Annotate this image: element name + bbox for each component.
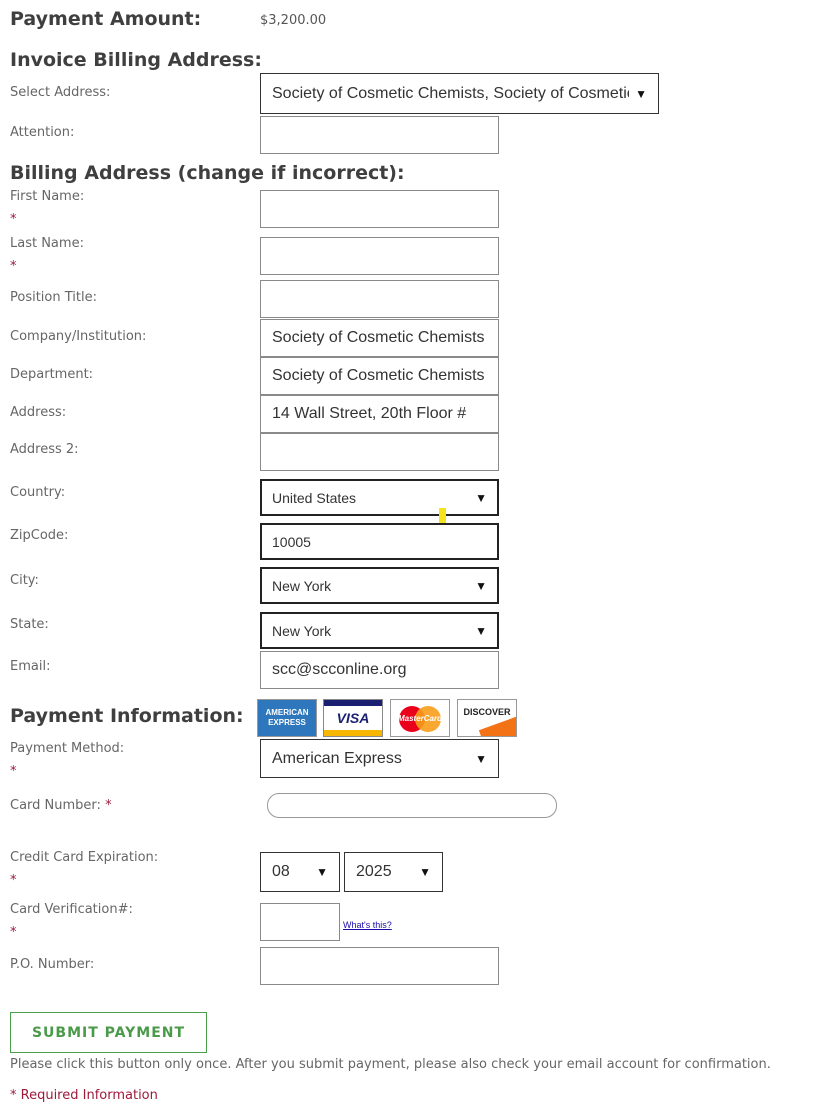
- discover-logo-icon: DISCOVER: [457, 699, 517, 737]
- address-input[interactable]: 14 Wall Street, 20th Floor #: [260, 395, 499, 433]
- company-input[interactable]: Society of Cosmetic Chemists: [260, 319, 499, 357]
- first-name-label: First Name:: [10, 189, 85, 204]
- visa-logo-icon: VISA: [323, 699, 383, 737]
- select-address-value: Society of Cosmetic Chemists, Society of…: [272, 84, 630, 102]
- invoice-heading: Invoice Billing Address:: [10, 49, 262, 71]
- cvv-label: Card Verification#:: [10, 902, 133, 917]
- whats-this-link[interactable]: What's this?: [343, 920, 392, 930]
- cvv-input[interactable]: [260, 903, 340, 941]
- address2-label: Address 2:: [10, 442, 79, 457]
- card-number-label: Card Number: *: [10, 798, 112, 813]
- expiration-label: Credit Card Expiration:: [10, 850, 159, 865]
- first-name-input[interactable]: [260, 190, 499, 228]
- select-address-label: Select Address:: [10, 85, 111, 100]
- chevron-down-icon: ▼: [316, 865, 328, 879]
- email-label: Email:: [10, 659, 51, 674]
- card-number-input[interactable]: [267, 793, 557, 818]
- city-dropdown[interactable]: New York ▼: [260, 567, 499, 604]
- position-title-label: Position Title:: [10, 290, 97, 305]
- required-star: *: [10, 925, 17, 940]
- exp-year-dropdown[interactable]: 2025 ▼: [344, 852, 443, 892]
- last-name-input[interactable]: [260, 237, 499, 275]
- select-address-dropdown[interactable]: Society of Cosmetic Chemists, Society of…: [260, 73, 659, 114]
- attention-label: Attention:: [10, 125, 75, 140]
- exp-month-dropdown[interactable]: 08 ▼: [260, 852, 340, 892]
- chevron-down-icon: ▼: [475, 751, 487, 766]
- company-label: Company/Institution:: [10, 329, 147, 344]
- payment-method-label: Payment Method:: [10, 741, 125, 756]
- country-dropdown[interactable]: United States ▼: [260, 479, 499, 516]
- payment-heading: Payment Information:: [10, 705, 244, 727]
- chevron-down-icon: ▼: [475, 490, 487, 505]
- department-input[interactable]: Society of Cosmetic Chemists: [260, 357, 499, 395]
- chevron-down-icon: ▼: [475, 623, 487, 638]
- country-label: Country:: [10, 485, 66, 500]
- state-label: State:: [10, 617, 49, 632]
- billing-heading: Billing Address (change if incorrect):: [10, 162, 405, 184]
- zipcode-label: ZipCode:: [10, 528, 69, 543]
- required-star: *: [10, 212, 17, 227]
- required-star: *: [10, 764, 17, 779]
- chevron-down-icon: ▼: [635, 86, 647, 101]
- required-star: *: [10, 873, 17, 888]
- last-name-label: Last Name:: [10, 236, 84, 251]
- submit-payment-button[interactable]: SUBMIT PAYMENT: [10, 1012, 207, 1053]
- address-label: Address:: [10, 405, 67, 420]
- mastercard-logo-icon: MasterCard: [390, 699, 450, 737]
- payment-amount-value: $3,200.00: [260, 13, 327, 28]
- attention-input[interactable]: [260, 116, 499, 154]
- po-number-label: P.O. Number:: [10, 957, 95, 972]
- email-input[interactable]: scc@scconline.org: [260, 651, 499, 689]
- zipcode-input[interactable]: 10005: [260, 523, 499, 560]
- department-label: Department:: [10, 367, 94, 382]
- payment-amount-label: Payment Amount:: [10, 8, 202, 30]
- position-title-input[interactable]: [260, 280, 499, 318]
- chevron-down-icon: ▼: [419, 865, 431, 879]
- address2-input[interactable]: [260, 433, 499, 471]
- payment-method-dropdown[interactable]: American Express ▼: [260, 739, 499, 778]
- amex-logo-icon: AMERICAN EXPRESS: [257, 699, 317, 737]
- po-number-input[interactable]: [260, 947, 499, 985]
- required-information-note: * Required Information: [10, 1088, 158, 1103]
- required-star: *: [10, 259, 17, 274]
- chevron-down-icon: ▼: [475, 578, 487, 593]
- submit-note: Please click this button only once. Afte…: [10, 1057, 771, 1072]
- city-label: City:: [10, 573, 39, 588]
- state-dropdown[interactable]: New York ▼: [260, 612, 499, 649]
